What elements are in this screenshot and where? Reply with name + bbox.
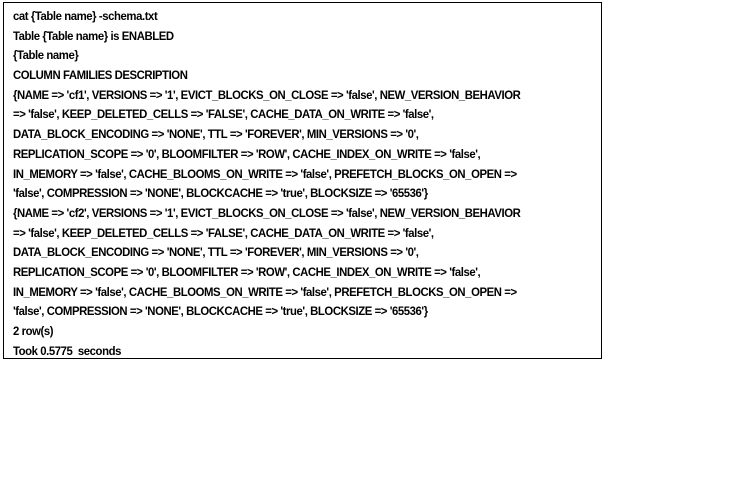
cf1-description-line: 'false', COMPRESSION => 'NONE', BLOCKCAC… — [13, 186, 428, 201]
console-output-lines: cat {Table name} -schema.txt Table {Tabl… — [13, 7, 559, 361]
table-name-line: {Table name} — [13, 48, 79, 63]
cf1-description-line: {NAME => 'cf1', VERSIONS => '1', EVICT_B… — [13, 87, 521, 102]
cf1-description-line: IN_MEMORY => 'false', CACHE_BLOOMS_ON_WR… — [13, 166, 517, 181]
console-output-box: cat {Table name} -schema.txt Table {Tabl… — [3, 2, 602, 359]
cf1-description-line: => 'false', KEEP_DELETED_CELLS => 'FALSE… — [13, 107, 434, 122]
cf2-description-line: {NAME => 'cf2', VERSIONS => '1', EVICT_B… — [13, 205, 521, 220]
cf1-description-line: REPLICATION_SCOPE => '0', BLOOMFILTER =>… — [13, 146, 481, 161]
timing-line: Took 0.5775 seconds — [13, 343, 121, 358]
cf2-description-line: => 'false', KEEP_DELETED_CELLS => 'FALSE… — [13, 225, 434, 240]
cf2-description-line: REPLICATION_SCOPE => '0', BLOOMFILTER =>… — [13, 264, 481, 279]
cf2-description-line: DATA_BLOCK_ENCODING => 'NONE', TTL => 'F… — [13, 245, 419, 260]
row-count-line: 2 row(s) — [13, 324, 54, 338]
command-line: cat {Table name} -schema.txt — [13, 9, 158, 23]
table-status-line: Table {Table name} is ENABLED — [13, 28, 174, 43]
cf1-description-line: DATA_BLOCK_ENCODING => 'NONE', TTL => 'F… — [13, 127, 419, 142]
cf2-description-line: IN_MEMORY => 'false', CACHE_BLOOMS_ON_WR… — [13, 284, 517, 299]
column-families-heading: COLUMN FAMILIES DESCRIPTION — [13, 68, 188, 83]
cf2-description-line: 'false', COMPRESSION => 'NONE', BLOCKCAC… — [13, 304, 428, 319]
